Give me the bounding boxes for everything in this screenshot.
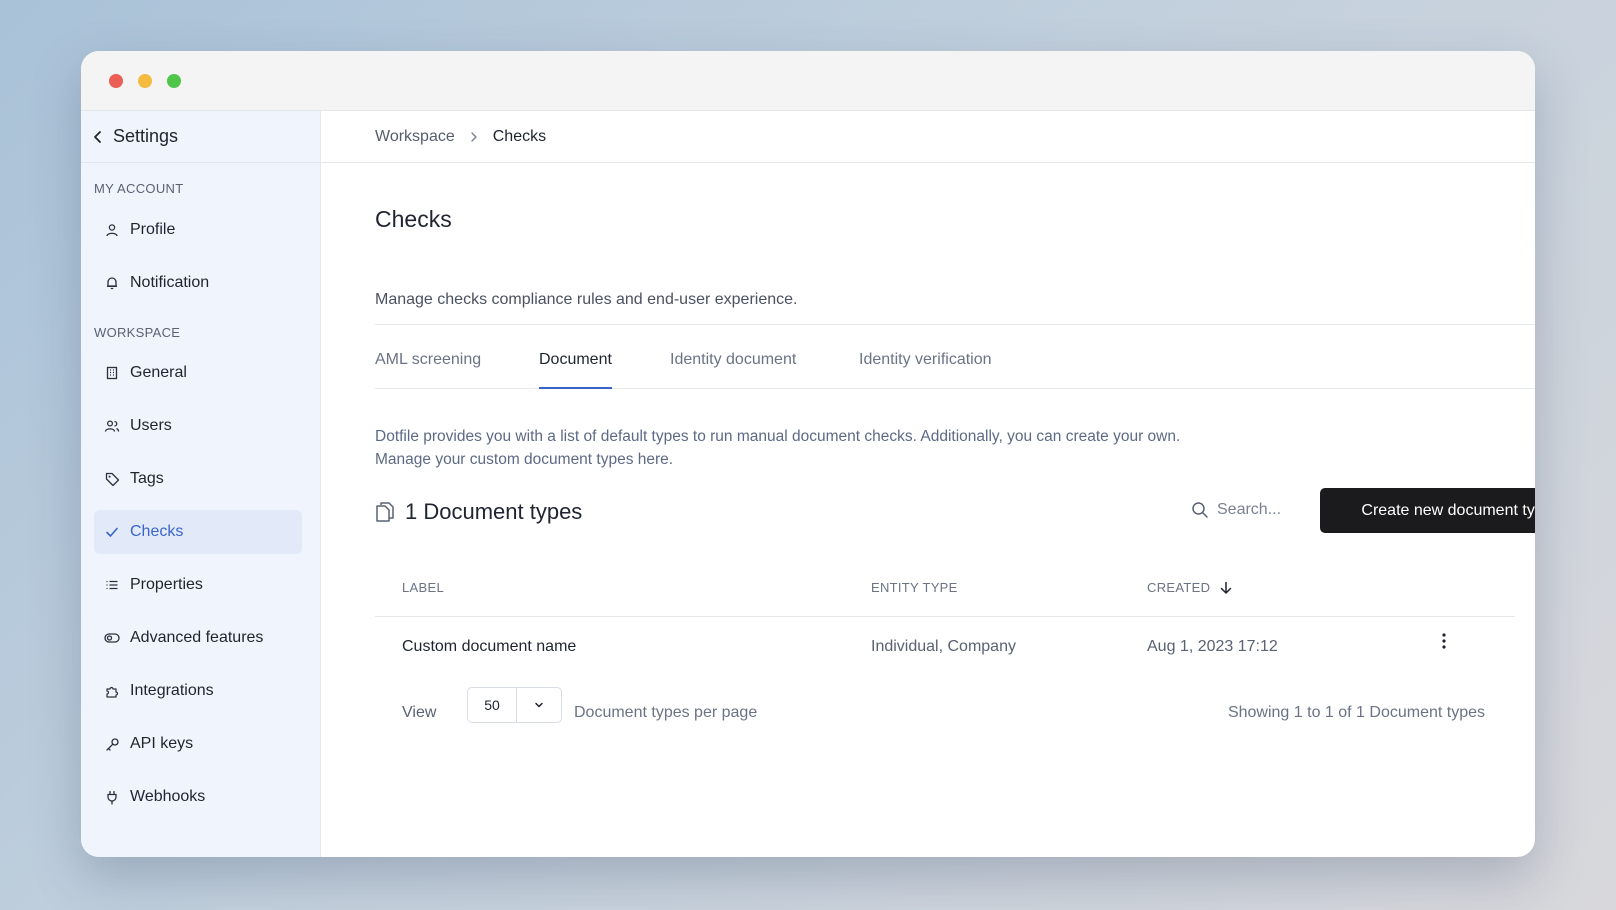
column-header-label[interactable]: LABEL [402, 580, 444, 595]
sidebar-item-advanced-features[interactable]: Advanced features [94, 616, 302, 660]
sidebar-item-checks[interactable]: Checks [94, 510, 302, 554]
list-icon [104, 577, 120, 593]
sidebar-item-label: Notification [130, 274, 210, 291]
breadcrumb-workspace[interactable]: Workspace [375, 128, 455, 146]
sidebar-item-label: General [130, 364, 187, 381]
info-line-1: Dotfile provides you with a list of defa… [375, 428, 1181, 445]
cell-entity-type: Individual, Company [871, 638, 1016, 655]
sidebar-item-api-keys[interactable]: API keys [94, 722, 302, 766]
per-page-select[interactable]: 50 [467, 687, 562, 723]
more-options-icon[interactable] [1434, 631, 1454, 651]
sidebar-item-label: Advanced features [130, 629, 264, 646]
list-title: 1 Document types [405, 499, 583, 524]
sidebar-item-label: Profile [130, 221, 176, 238]
tag-icon [104, 471, 120, 487]
check-icon [104, 524, 120, 540]
sidebar-back-settings[interactable]: Settings [81, 111, 320, 163]
chevron-left-icon [94, 130, 101, 143]
users-icon [104, 418, 120, 434]
tab-document[interactable]: Document [539, 351, 612, 389]
page-title: Checks [375, 206, 452, 232]
per-page-value: 50 [468, 688, 517, 722]
divider [375, 324, 1535, 325]
sort-descending-icon[interactable] [1219, 581, 1233, 595]
user-icon [104, 222, 120, 238]
maximize-window-button[interactable] [167, 74, 181, 88]
sidebar-item-label: Integrations [130, 682, 214, 699]
tab-bar: AML screening Document Identity document… [375, 351, 1535, 389]
key-icon [104, 736, 120, 752]
chevron-right-icon [471, 131, 477, 142]
breadcrumb-checks: Checks [492, 127, 547, 145]
search-input[interactable]: Search... [1191, 501, 1281, 519]
building-icon [104, 365, 120, 381]
sidebar-item-profile[interactable]: Profile [94, 208, 302, 252]
cell-label: Custom document name [402, 638, 577, 655]
tab-identity-verification[interactable]: Identity verification [859, 351, 992, 389]
minimize-window-button[interactable] [138, 74, 152, 88]
tab-identity-document[interactable]: Identity document [670, 351, 796, 389]
search-icon [1192, 502, 1208, 518]
pagination-summary: Showing 1 to 1 of 1 Document types [1227, 704, 1485, 721]
sidebar-item-tags[interactable]: Tags [94, 457, 302, 501]
title-bar [81, 51, 1535, 111]
tab-aml-screening[interactable]: AML screening [375, 351, 481, 389]
sidebar-item-label: Webhooks [130, 788, 206, 805]
table-divider [375, 616, 1515, 617]
sidebar-item-general[interactable]: General [94, 351, 302, 395]
puzzle-icon [104, 683, 120, 699]
documents-icon [376, 502, 394, 522]
app-window: Settings MY ACCOUNT Profile Notification… [81, 51, 1535, 857]
pager-view-label: View [402, 704, 437, 721]
section-workspace: WORKSPACE [94, 325, 181, 340]
breadcrumb: Workspace Checks [321, 111, 1535, 163]
sidebar-item-integrations[interactable]: Integrations [94, 669, 302, 713]
sidebar-item-notification[interactable]: Notification [94, 261, 302, 305]
sidebar-item-users[interactable]: Users [94, 404, 302, 448]
per-page-label: Document types per page [574, 704, 758, 721]
plug-icon [104, 789, 120, 805]
sidebar-item-label: API keys [130, 735, 194, 752]
search-placeholder: Search... [1217, 501, 1282, 518]
sidebar-title: Settings [113, 126, 179, 146]
sidebar-item-properties[interactable]: Properties [94, 563, 302, 607]
sidebar: Settings MY ACCOUNT Profile Notification… [81, 111, 321, 857]
info-line-2: Manage your custom document types here. [375, 451, 674, 468]
page-description: Manage checks compliance rules and end-u… [375, 291, 798, 308]
sidebar-item-label: Users [130, 417, 172, 434]
column-header-entity-type[interactable]: ENTITY TYPE [871, 580, 958, 595]
sidebar-item-label: Checks [130, 523, 184, 540]
close-window-button[interactable] [109, 74, 123, 88]
toggle-icon [104, 630, 120, 646]
list-header: 1 Document types [375, 499, 582, 525]
chevron-down-icon[interactable] [517, 688, 561, 722]
main-content: Workspace Checks Checks Manage checks co… [321, 111, 1535, 857]
section-my-account: MY ACCOUNT [94, 181, 184, 196]
column-header-created[interactable]: CREATED [1147, 580, 1233, 595]
info-text: Dotfile provides you with a list of defa… [375, 425, 1180, 471]
cell-created: Aug 1, 2023 17:12 [1147, 638, 1278, 655]
sidebar-item-webhooks[interactable]: Webhooks [94, 775, 302, 819]
sidebar-item-label: Tags [130, 470, 164, 487]
sidebar-item-label: Properties [130, 576, 203, 593]
create-document-type-button[interactable]: Create new document type [1320, 488, 1535, 533]
column-header-created-label: CREATED [1147, 580, 1211, 595]
bell-icon [104, 275, 120, 291]
